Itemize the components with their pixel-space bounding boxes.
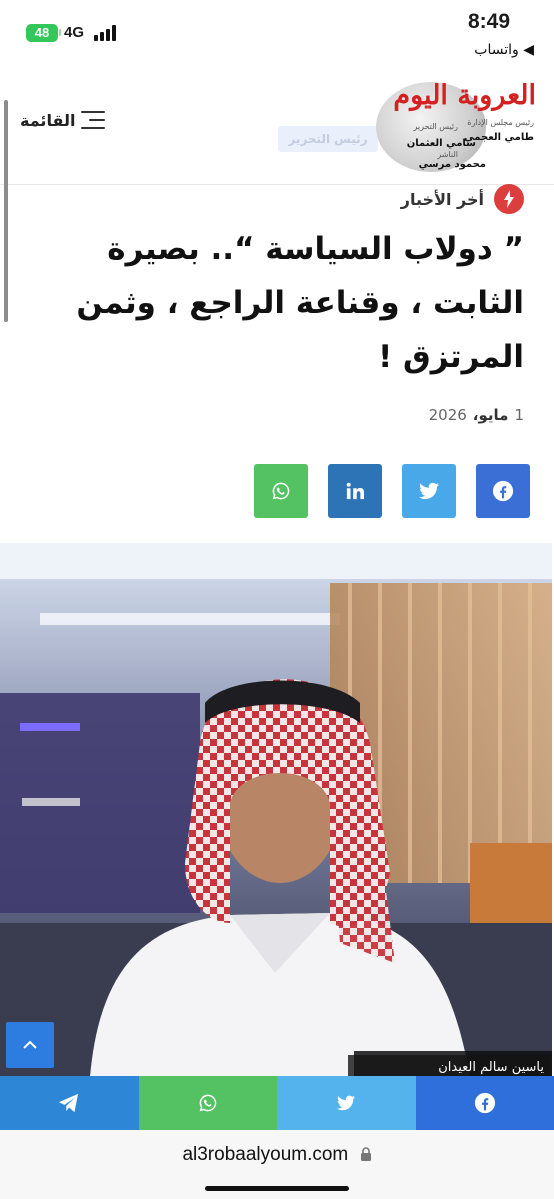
- date-year: 2026: [428, 406, 467, 424]
- logo-publisher-name: محمود مرسي: [418, 159, 486, 170]
- article-date: 1 مايو، 2026: [429, 406, 524, 424]
- url-display[interactable]: al3robaalyoum.com: [0, 1144, 554, 1166]
- bottom-share-bar: [0, 1076, 554, 1130]
- scrollbar-thumb[interactable]: [4, 100, 8, 322]
- twitter-icon: [337, 1095, 356, 1111]
- twitter-share-button[interactable]: [402, 464, 456, 518]
- logo-editor-name: سامي العثمان: [406, 138, 476, 149]
- logo-publisher-label: الناشر: [437, 150, 458, 159]
- network-type: 4G: [64, 24, 85, 41]
- photo-caption: ياسين سالم العيدان: [348, 1055, 550, 1077]
- whatsapp-icon: [199, 1094, 217, 1112]
- facebook-share-button[interactable]: [476, 464, 530, 518]
- linkedin-icon: [346, 482, 364, 500]
- whatsapp-bottom-share-button[interactable]: [138, 1076, 277, 1130]
- site-logo[interactable]: العروبة اليوم رئيس مجلس الإدارة طامي الع…: [374, 74, 540, 176]
- telegram-share-button[interactable]: [0, 1076, 139, 1130]
- signal-icon: [94, 25, 120, 41]
- telegram-icon: [59, 1093, 79, 1113]
- battery-tip: [59, 29, 61, 36]
- category-label: أخر الأخبار: [400, 189, 484, 209]
- article-title: ” دولاب السياسة “.. بصيرة الثابت ، وقناع…: [76, 231, 524, 375]
- menu-button[interactable]: القائمة: [20, 110, 106, 130]
- logo-board-chair-label: رئيس مجلس الإدارة: [467, 118, 534, 127]
- clock: 8:49: [467, 10, 510, 33]
- hamburger-icon: [81, 110, 106, 130]
- share-buttons: [254, 464, 530, 518]
- facebook-bottom-share-button[interactable]: [415, 1076, 554, 1130]
- whatsapp-icon: [272, 482, 290, 500]
- logo-title: العروبة اليوم: [393, 80, 537, 111]
- battery-level: 48: [34, 25, 50, 40]
- photo-image: [0, 543, 552, 1077]
- whatsapp-share-button[interactable]: [254, 464, 308, 518]
- battery-icon: 48: [26, 24, 58, 42]
- category-tag[interactable]: أخر الأخبار: [401, 184, 524, 214]
- date-month: مايو،: [472, 406, 509, 424]
- date-day: 1: [514, 406, 524, 424]
- facebook-icon: [474, 1092, 495, 1114]
- back-to-top-button[interactable]: [6, 1022, 54, 1068]
- home-indicator: [205, 1186, 349, 1191]
- twitter-icon: [419, 482, 439, 500]
- back-to-app-link[interactable]: ◀ واتساب: [474, 42, 534, 58]
- lightning-icon: [494, 184, 524, 214]
- chevron-up-icon: [23, 1040, 37, 1049]
- status-bar: 48 4G 8:49 ◀ واتساب: [0, 0, 554, 66]
- logo-editor-label: رئيس التحرير: [413, 122, 458, 131]
- lock-icon: [360, 1147, 371, 1162]
- site-header: القائمة رئيس التحرير العروبة اليوم رئيس …: [0, 66, 554, 185]
- editor-badge: رئيس التحرير: [278, 126, 378, 152]
- article-photo[interactable]: ياسين سالم العيدان: [0, 543, 552, 1077]
- linkedin-share-button[interactable]: [328, 464, 382, 518]
- facebook-icon: [492, 480, 514, 502]
- url-text: al3robaalyoum.com: [182, 1144, 349, 1165]
- twitter-bottom-share-button[interactable]: [277, 1076, 416, 1130]
- menu-label: القائمة: [20, 110, 76, 130]
